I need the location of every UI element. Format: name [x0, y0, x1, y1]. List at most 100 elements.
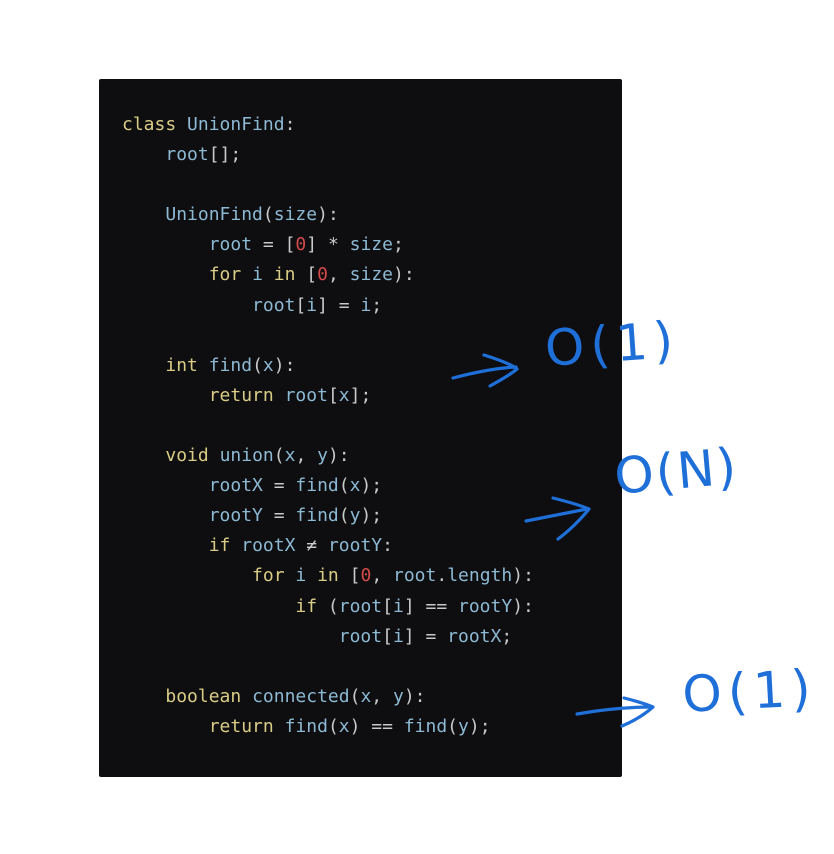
- punctuation-token: ) ==: [349, 715, 404, 737]
- keyword-token: void: [165, 445, 209, 467]
- keyword-token: int: [165, 354, 198, 376]
- punctuation-token: ;: [501, 625, 513, 647]
- identifier-token: root: [165, 144, 209, 166]
- punctuation-token: ):: [317, 204, 339, 226]
- punctuation-token: [176, 114, 187, 135]
- punctuation-token: ;: [371, 294, 383, 316]
- identifier-token: root: [393, 565, 437, 587]
- punctuation-token: [122, 626, 339, 647]
- punctuation-token: [263, 264, 274, 285]
- function-name-token: find: [403, 715, 448, 737]
- punctuation-token: (: [338, 505, 350, 527]
- punctuation-token: [198, 355, 209, 376]
- punctuation-token: :: [284, 114, 296, 135]
- code-line: return find(x) == find(y);: [122, 712, 534, 742]
- punctuation-token: ,: [295, 445, 318, 467]
- punctuation-token: .: [436, 565, 448, 587]
- punctuation-token: (: [338, 475, 350, 497]
- punctuation-token: (: [327, 715, 339, 737]
- punctuation-token: [122, 385, 209, 406]
- find-complexity-note: O(1): [543, 310, 681, 378]
- identifier-token: i: [392, 625, 404, 647]
- number-token: 0: [317, 264, 328, 286]
- punctuation-token: (: [349, 685, 361, 707]
- code-panel: class UnionFind: root[]; UnionFind(size)…: [99, 79, 622, 777]
- function-name-token: find: [295, 505, 339, 527]
- punctuation-token: [122, 716, 209, 737]
- identifier-token: y: [458, 715, 469, 737]
- punctuation-token: ;: [392, 234, 404, 256]
- identifier-token: y: [317, 445, 328, 467]
- punctuation-token: );: [360, 475, 383, 497]
- code-line: int find(x):: [122, 351, 534, 381]
- punctuation-token: ):: [393, 264, 415, 286]
- punctuation-token: (: [447, 715, 459, 737]
- punctuation-token: [122, 295, 252, 316]
- punctuation-token: [122, 565, 252, 586]
- identifier-token: rootY: [208, 505, 263, 527]
- punctuation-token: );: [468, 715, 491, 737]
- punctuation-token: =: [262, 505, 296, 527]
- punctuation-token: (: [317, 595, 339, 617]
- punctuation-token: );: [360, 505, 383, 527]
- punctuation-token: [122, 475, 209, 496]
- identifier-token: i: [306, 294, 318, 316]
- identifier-token: rootY: [458, 595, 513, 617]
- identifier-token: root: [284, 384, 328, 406]
- punctuation-token: [230, 535, 241, 556]
- punctuation-token: [: [382, 625, 393, 647]
- code-line: void union(x, y):: [122, 441, 534, 471]
- punctuation-token: ,: [371, 685, 393, 707]
- punctuation-token: [122, 234, 209, 255]
- punctuation-token: [122, 204, 165, 225]
- identifier-token: x: [349, 475, 361, 497]
- punctuation-token: [209, 445, 220, 466]
- punctuation-token: ] *: [306, 234, 350, 256]
- punctuation-token: [: [327, 384, 339, 406]
- identifier-token: x: [338, 384, 350, 406]
- punctuation-token: ≠: [295, 535, 328, 557]
- identifier-token: size: [349, 234, 393, 256]
- code-line: class UnionFind:: [122, 110, 534, 140]
- keyword-token: for: [208, 264, 242, 286]
- keyword-token: if: [208, 535, 231, 557]
- code-line: if rootX ≠ rootY:: [122, 531, 534, 561]
- punctuation-token: [: [295, 264, 318, 286]
- identifier-token: root: [338, 595, 383, 617]
- punctuation-token: = [: [252, 234, 296, 256]
- punctuation-token: ];: [349, 384, 372, 406]
- identifier-token: rootY: [327, 535, 383, 557]
- connected-complexity-note: O(1): [681, 658, 819, 724]
- identifier-token: i: [360, 294, 372, 316]
- identifier-token: size: [273, 204, 318, 226]
- code-line: root[i] = i;: [122, 291, 534, 321]
- code-line: UnionFind(size):: [122, 200, 534, 230]
- punctuation-token: [122, 535, 209, 556]
- code-line: for i in [0, size):: [122, 260, 534, 290]
- identifier-token: rootX: [241, 535, 296, 557]
- identifier-token: x: [360, 685, 372, 707]
- identifier-token: root: [252, 294, 296, 316]
- punctuation-token: [274, 385, 285, 406]
- identifier-token: size: [349, 264, 394, 286]
- punctuation-token: [122, 596, 295, 617]
- identifier-token: root: [208, 234, 253, 256]
- identifier-token: root: [338, 625, 383, 647]
- code-line: return root[x];: [122, 381, 534, 411]
- punctuation-token: [306, 565, 317, 586]
- punctuation-token: ] =: [403, 625, 448, 647]
- punctuation-token: [122, 264, 209, 285]
- keyword-token: return: [208, 384, 274, 406]
- punctuation-token: [: [338, 565, 361, 587]
- punctuation-token: =: [262, 475, 296, 497]
- keyword-token: return: [208, 715, 274, 737]
- identifier-token: x: [284, 445, 296, 467]
- punctuation-token: [241, 264, 252, 285]
- punctuation-token: [241, 686, 252, 707]
- function-name-token: UnionFind: [165, 204, 263, 226]
- punctuation-token: ):: [327, 445, 350, 467]
